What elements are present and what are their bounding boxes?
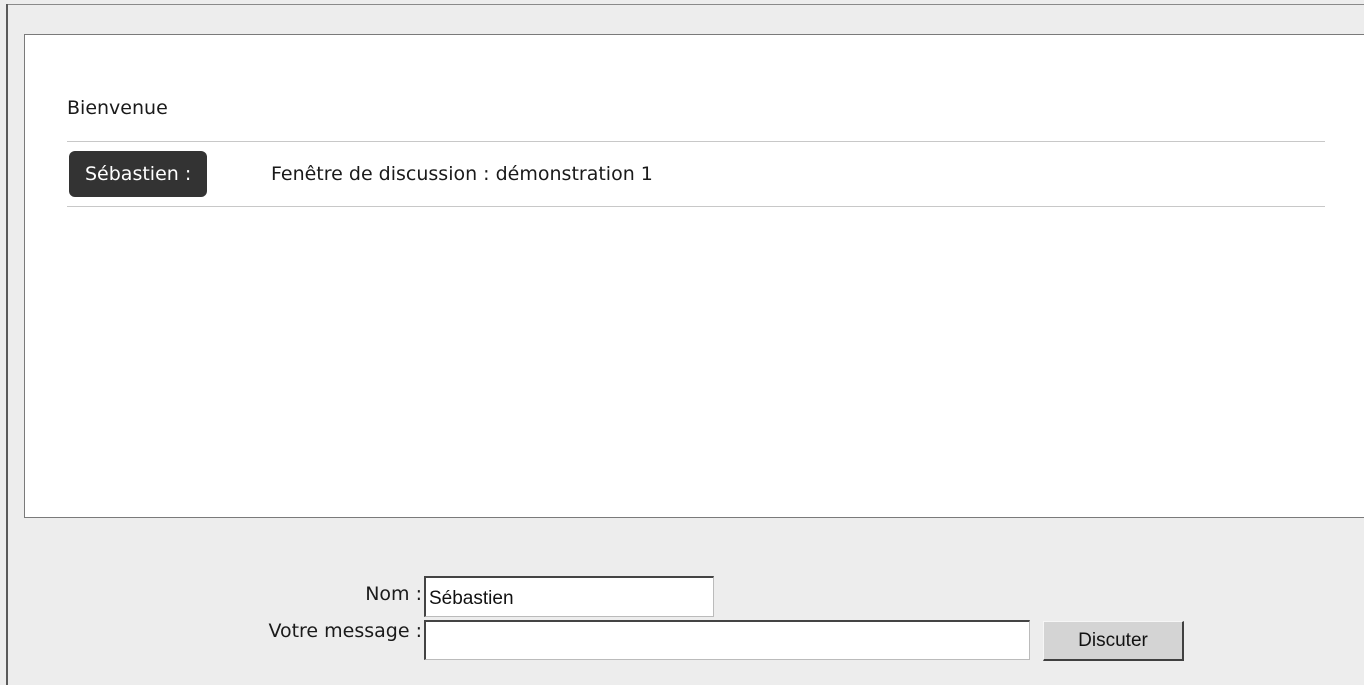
message-text: Fenêtre de discussion : démonstration 1 (271, 163, 653, 185)
name-label: Nom : (365, 583, 422, 605)
chat-window[interactable]: Bienvenue Sébastien : Fenêtre de discuss… (24, 34, 1364, 518)
frame-left-border (6, 4, 8, 685)
message-label: Votre message : (268, 620, 422, 642)
frame-top-border (6, 4, 1364, 5)
chat-message: Sébastien : Fenêtre de discussion : démo… (67, 141, 1325, 207)
welcome-message: Bienvenue (67, 97, 168, 119)
send-button[interactable]: Discuter (1043, 621, 1184, 661)
name-input[interactable] (424, 576, 714, 617)
message-author-badge: Sébastien : (69, 151, 208, 197)
message-input[interactable] (424, 620, 1030, 660)
